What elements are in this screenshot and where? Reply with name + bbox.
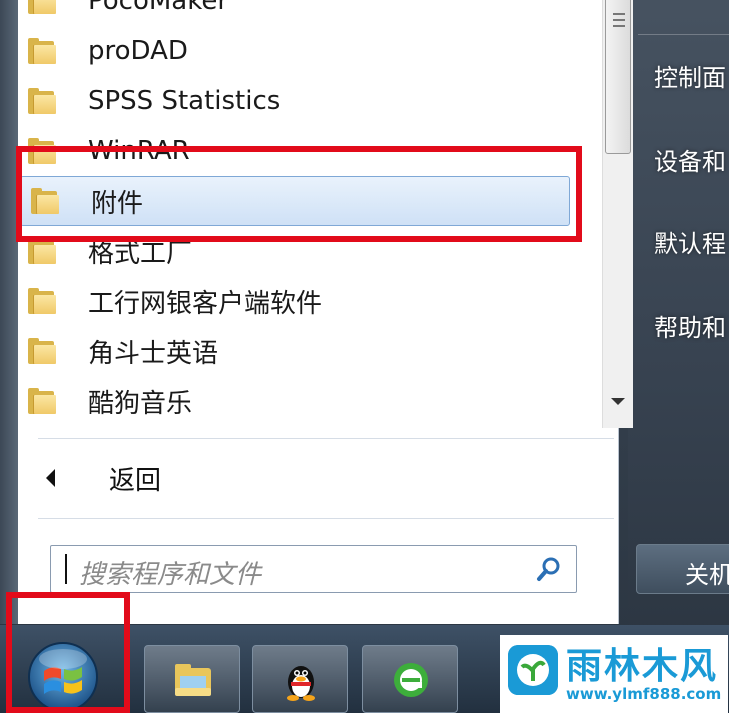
program-folder-format-factory[interactable]: 格式工厂 <box>18 228 586 274</box>
scrollbar-thumb[interactable] <box>605 0 631 154</box>
back-label: 返回 <box>109 465 162 496</box>
folder-icon <box>28 288 58 314</box>
folder-icon <box>31 188 61 214</box>
program-folder-icbc-banking[interactable]: 工行网银客户端软件 <box>18 278 586 324</box>
program-folder-kugou-music[interactable]: 酷狗音乐 <box>18 378 586 424</box>
start-menu-programs-panel: PocoMaker proDAD SPSS Statistics WinRAR … <box>0 0 633 624</box>
program-folder-gladiator-english[interactable]: 角斗士英语 <box>18 328 586 374</box>
folder-icon <box>28 0 58 14</box>
scroll-down-arrow-icon[interactable] <box>611 398 625 405</box>
folder-icon <box>28 38 58 64</box>
search-icon[interactable] <box>536 556 562 582</box>
right-pane-separator <box>638 34 729 35</box>
program-folder-prodad[interactable]: proDAD <box>18 28 586 74</box>
folder-icon <box>28 338 58 364</box>
program-folder-accessories[interactable]: 附件 <box>20 176 570 226</box>
divider <box>38 438 614 439</box>
program-label: 角斗士英语 <box>88 338 219 369</box>
program-label: PocoMaker <box>88 0 229 16</box>
shutdown-button[interactable]: 关机 <box>636 544 729 594</box>
back-button[interactable]: 返回 <box>18 450 598 506</box>
right-item-help-support[interactable]: 帮助和 <box>654 308 726 343</box>
folder-icon <box>28 138 58 164</box>
program-label: 格式工厂 <box>88 238 193 269</box>
program-label: 附件 <box>91 188 144 219</box>
ylmf-logo-icon <box>508 645 558 695</box>
program-label: 工行网银客户端软件 <box>88 288 323 319</box>
watermark-title: 雨林木风 <box>566 646 719 687</box>
program-label: WinRAR <box>88 136 190 166</box>
qq-penguin-icon <box>287 666 315 701</box>
taskbar-browser-button[interactable] <box>362 645 458 713</box>
right-item-devices-printers[interactable]: 设备和 <box>654 142 726 177</box>
taskbar-qq-button[interactable] <box>252 645 348 713</box>
right-item-control-panel[interactable]: 控制面 <box>654 58 726 93</box>
program-folder-winrar[interactable]: WinRAR <box>18 128 586 174</box>
program-label: 酷狗音乐 <box>88 388 193 419</box>
right-item-default-programs[interactable]: 默认程 <box>654 224 726 259</box>
folder-icon <box>28 88 58 114</box>
start-orb-windows-icon[interactable] <box>20 635 106 709</box>
taskbar-explorer-button[interactable] <box>144 645 240 713</box>
watermark-logo: 雨林木风 www.ylmf888.com <box>500 635 728 713</box>
program-folder-pocomaker[interactable]: PocoMaker <box>18 0 586 24</box>
text-caret <box>65 554 67 584</box>
divider <box>38 518 614 519</box>
folder-explorer-icon <box>175 664 211 696</box>
programs-scrollbar[interactable] <box>602 0 633 428</box>
browser-e-icon <box>394 663 428 697</box>
watermark-url: www.ylmf888.com <box>566 685 722 703</box>
search-placeholder: 搜索程序和文件 <box>79 560 262 590</box>
folder-icon <box>28 388 58 414</box>
program-folder-spss[interactable]: SPSS Statistics <box>18 78 586 124</box>
program-label: SPSS Statistics <box>88 86 281 116</box>
folder-icon <box>28 238 58 264</box>
back-arrow-icon <box>46 469 55 487</box>
search-input[interactable]: 搜索程序和文件 <box>50 545 577 593</box>
program-label: proDAD <box>88 36 188 66</box>
